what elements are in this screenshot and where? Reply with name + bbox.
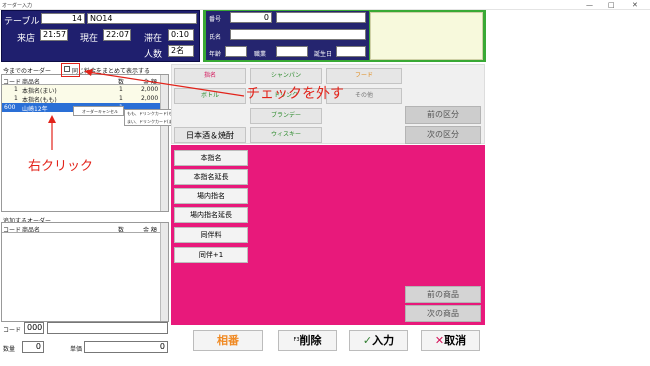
arrow-head-checkbox: [84, 69, 93, 76]
annotation-arrows: [48, 69, 245, 150]
arrow-to-checkbox: [87, 71, 245, 97]
arrow-head-row: [48, 115, 56, 123]
